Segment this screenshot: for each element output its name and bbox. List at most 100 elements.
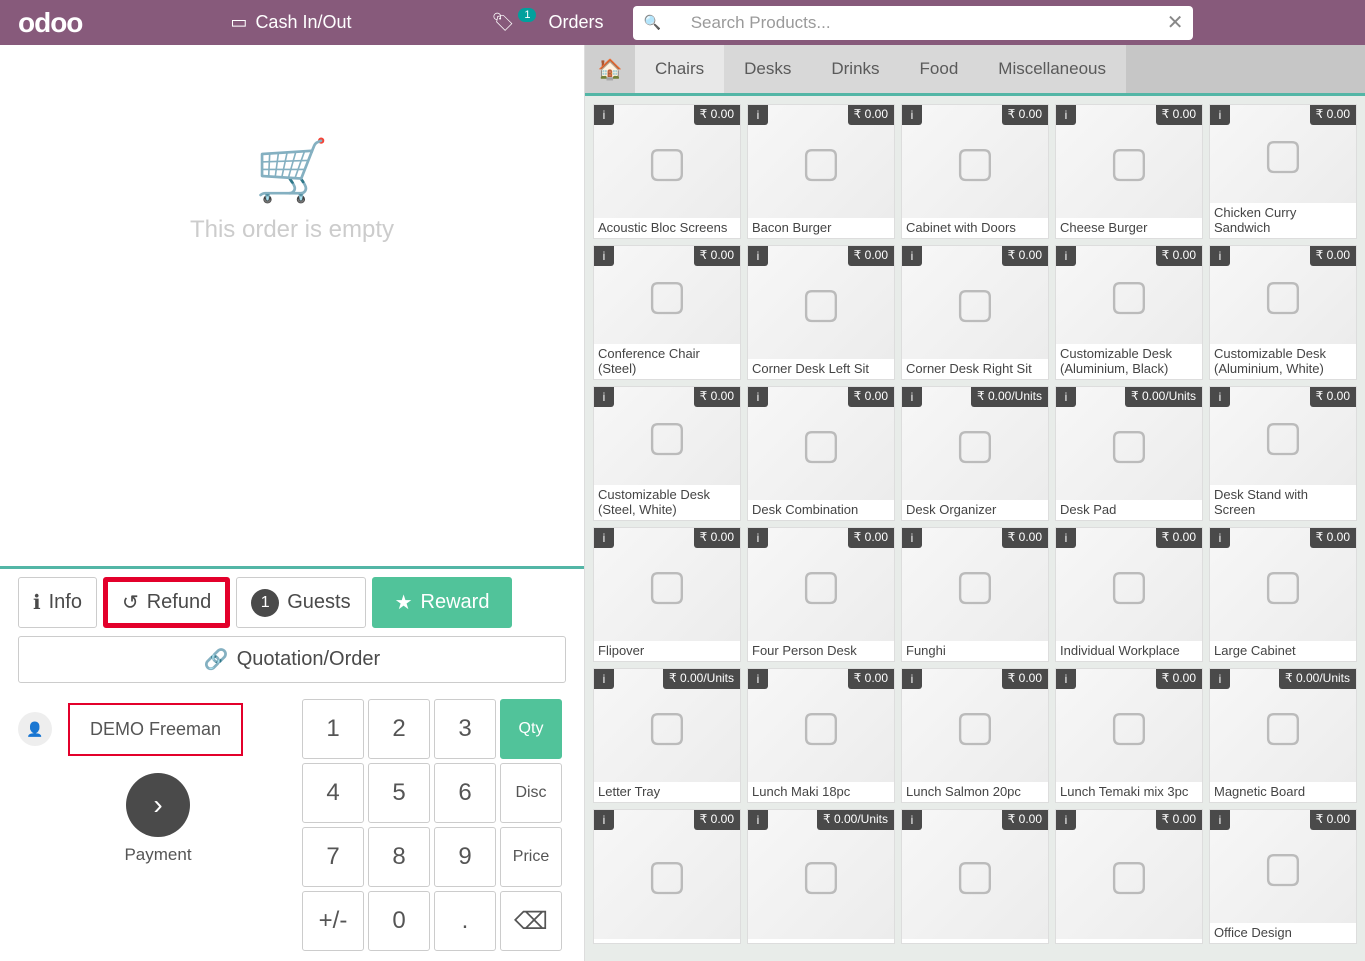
product-info-icon[interactable]: i	[748, 810, 768, 830]
product-card[interactable]: i₹ 0.00▢	[1055, 809, 1203, 944]
product-info-icon[interactable]: i	[902, 669, 922, 689]
product-card[interactable]: i₹ 0.00▢Four Person Desk	[747, 527, 895, 662]
product-card[interactable]: i₹ 0.00▢Lunch Maki 18pc	[747, 668, 895, 803]
product-info-icon[interactable]: i	[1056, 246, 1076, 266]
info-button[interactable]: ℹ Info	[18, 577, 97, 628]
product-info-icon[interactable]: i	[902, 387, 922, 407]
reward-button[interactable]: ★ Reward	[372, 577, 513, 628]
clear-search-icon[interactable]: ✕	[1167, 10, 1184, 35]
product-card[interactable]: i₹ 0.00▢Acoustic Bloc Screens	[593, 104, 741, 239]
category-desks[interactable]: Desks	[724, 45, 811, 93]
product-card[interactable]: i₹ 0.00▢Corner Desk Right Sit	[901, 245, 1049, 380]
product-card[interactable]: i₹ 0.00▢Large Cabinet	[1209, 527, 1357, 662]
key-7[interactable]: 7	[302, 827, 364, 887]
key-0[interactable]: 0	[368, 891, 430, 951]
category-chairs[interactable]: Chairs	[635, 45, 724, 93]
product-info-icon[interactable]: i	[902, 105, 922, 125]
product-info-icon[interactable]: i	[1210, 387, 1230, 407]
product-info-icon[interactable]: i	[1056, 528, 1076, 548]
key-3[interactable]: 3	[434, 699, 496, 759]
payment-button[interactable]: ›	[126, 773, 190, 837]
product-card[interactable]: i₹ 0.00▢Flipover	[593, 527, 741, 662]
product-info-icon[interactable]: i	[748, 246, 768, 266]
product-card[interactable]: i₹ 0.00▢Customizable Desk (Aluminium, Wh…	[1209, 245, 1357, 380]
product-info-icon[interactable]: i	[594, 669, 614, 689]
product-card[interactable]: i₹ 0.00▢Chicken Curry Sandwich	[1209, 104, 1357, 239]
product-info-icon[interactable]: i	[748, 528, 768, 548]
key-2[interactable]: 2	[368, 699, 430, 759]
customer-selector[interactable]: DEMO Freeman	[68, 703, 243, 756]
product-card[interactable]: i₹ 0.00▢Customizable Desk (Aluminium, Bl…	[1055, 245, 1203, 380]
category-food[interactable]: Food	[900, 45, 979, 93]
product-info-icon[interactable]: i	[1210, 246, 1230, 266]
product-info-icon[interactable]: i	[748, 387, 768, 407]
product-info-icon[interactable]: i	[1056, 105, 1076, 125]
product-info-icon[interactable]: i	[1210, 810, 1230, 830]
product-card[interactable]: i₹ 0.00/Units▢Magnetic Board	[1209, 668, 1357, 803]
product-card[interactable]: i₹ 0.00/Units▢	[747, 809, 895, 944]
product-info-icon[interactable]: i	[902, 810, 922, 830]
refund-button[interactable]: ↺ Refund	[103, 577, 230, 628]
product-name: Cabinet with Doors	[902, 218, 1048, 238]
product-info-icon[interactable]: i	[748, 105, 768, 125]
key-plusminus[interactable]: +/-	[302, 891, 364, 951]
product-card[interactable]: i₹ 0.00▢Cheese Burger	[1055, 104, 1203, 239]
product-card[interactable]: i₹ 0.00▢Office Design	[1209, 809, 1357, 944]
product-card[interactable]: i₹ 0.00▢Bacon Burger	[747, 104, 895, 239]
key-qty[interactable]: Qty	[500, 699, 562, 759]
product-card[interactable]: i₹ 0.00▢Cabinet with Doors	[901, 104, 1049, 239]
orders-button[interactable]: 🏷 1 Orders	[471, 0, 623, 45]
product-info-icon[interactable]: i	[594, 528, 614, 548]
category-home[interactable]: 🏠	[585, 45, 635, 93]
product-info-icon[interactable]: i	[594, 246, 614, 266]
product-card[interactable]: i₹ 0.00▢	[901, 809, 1049, 944]
product-card[interactable]: i₹ 0.00/Units▢Desk Pad	[1055, 386, 1203, 521]
product-info-icon[interactable]: i	[902, 528, 922, 548]
category-drinks[interactable]: Drinks	[811, 45, 899, 93]
product-price: ₹ 0.00	[1002, 810, 1048, 830]
product-card[interactable]: i₹ 0.00▢	[593, 809, 741, 944]
key-5[interactable]: 5	[368, 763, 430, 823]
key-6[interactable]: 6	[434, 763, 496, 823]
key-disc[interactable]: Disc	[500, 763, 562, 823]
product-info-icon[interactable]: i	[594, 105, 614, 125]
product-info-icon[interactable]: i	[1210, 669, 1230, 689]
product-info-icon[interactable]: i	[1056, 669, 1076, 689]
key-9[interactable]: 9	[434, 827, 496, 887]
guests-button[interactable]: 1 Guests	[236, 577, 365, 628]
quotation-button[interactable]: 🔗 Quotation/Order	[18, 636, 566, 683]
cash-in-out-button[interactable]: ▭ Cash In/Out	[210, 0, 371, 45]
category-misc[interactable]: Miscellaneous	[978, 45, 1126, 93]
product-info-icon[interactable]: i	[1210, 105, 1230, 125]
key-dot[interactable]: .	[434, 891, 496, 951]
key-8[interactable]: 8	[368, 827, 430, 887]
payment-label: Payment	[124, 845, 191, 865]
product-card[interactable]: i₹ 0.00▢Corner Desk Left Sit	[747, 245, 895, 380]
product-card[interactable]: i₹ 0.00▢Lunch Salmon 20pc	[901, 668, 1049, 803]
key-1[interactable]: 1	[302, 699, 364, 759]
product-info-icon[interactable]: i	[594, 810, 614, 830]
key-price[interactable]: Price	[500, 827, 562, 887]
product-card[interactable]: i₹ 0.00▢Conference Chair (Steel)	[593, 245, 741, 380]
product-price: ₹ 0.00	[1002, 246, 1048, 266]
product-card[interactable]: i₹ 0.00▢Desk Combination	[747, 386, 895, 521]
product-card[interactable]: i₹ 0.00▢Lunch Temaki mix 3pc	[1055, 668, 1203, 803]
key-4[interactable]: 4	[302, 763, 364, 823]
product-card[interactable]: i₹ 0.00▢Funghi	[901, 527, 1049, 662]
product-card[interactable]: i₹ 0.00▢Individual Workplace	[1055, 527, 1203, 662]
product-info-icon[interactable]: i	[902, 246, 922, 266]
product-card[interactable]: i₹ 0.00/Units▢Desk Organizer	[901, 386, 1049, 521]
odoo-logo: odoo	[0, 7, 100, 39]
search-input[interactable]	[691, 13, 1161, 33]
key-backspace[interactable]: ⌫	[500, 891, 562, 951]
customer-avatar[interactable]: 👤	[18, 712, 52, 746]
product-info-icon[interactable]: i	[594, 387, 614, 407]
product-info-icon[interactable]: i	[1210, 528, 1230, 548]
product-info-icon[interactable]: i	[748, 669, 768, 689]
search-box[interactable]: 🔍 🗄 ✕	[633, 6, 1193, 40]
product-info-icon[interactable]: i	[1056, 810, 1076, 830]
product-card[interactable]: i₹ 0.00▢Desk Stand with Screen	[1209, 386, 1357, 521]
product-card[interactable]: i₹ 0.00▢Customizable Desk (Steel, White)	[593, 386, 741, 521]
product-card[interactable]: i₹ 0.00/Units▢Letter Tray	[593, 668, 741, 803]
product-info-icon[interactable]: i	[1056, 387, 1076, 407]
